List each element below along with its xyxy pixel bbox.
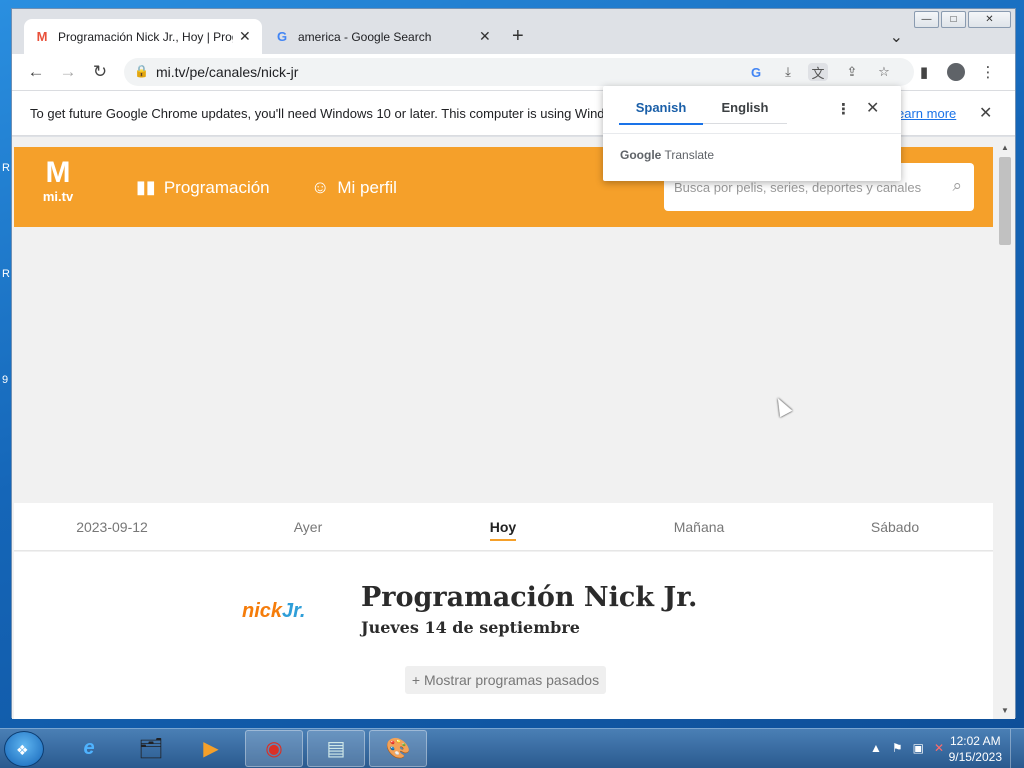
profile-face-icon: ☺	[311, 177, 330, 197]
taskbar-clock[interactable]: 12:02 AM 9/15/2023	[949, 733, 1002, 765]
active-underline	[490, 539, 516, 541]
lang-tab-spanish[interactable]: Spanish	[619, 100, 703, 125]
day-tabs: 2023-09-12 Ayer Hoy Mañana Sábado	[14, 503, 993, 551]
network-icon[interactable]: ▣	[913, 741, 924, 755]
infobar-message: To get future Google Chrome updates, you…	[30, 106, 605, 121]
desktop-edge-letter: R	[2, 268, 10, 280]
nick-jr-logo: nickJr.	[242, 600, 306, 622]
volume-muted-icon[interactable]: ✕	[934, 741, 944, 755]
logo-mark: M	[45, 156, 71, 189]
windows-logo-icon: ❖	[16, 742, 29, 758]
nav-mi-perfil[interactable]: ☺ Mi perfil	[311, 177, 397, 198]
show-hidden-icons-icon[interactable]: ▲	[870, 741, 882, 755]
day-tab-hoy[interactable]: Hoy	[443, 519, 563, 541]
lang-tab-divider	[703, 123, 787, 124]
browser-toolbar: ← → ↻ 🔒 mi.tv/pe/canales/nick-jr G ⤓ 文 ⇪…	[12, 54, 1015, 90]
popup-divider	[603, 133, 901, 134]
translate-icon[interactable]: 文	[808, 63, 828, 81]
desktop-edge-letter: 9	[2, 374, 9, 386]
show-desktop-button[interactable]	[1010, 729, 1024, 768]
scroll-up-arrow-icon[interactable]: ▲	[1001, 143, 1009, 152]
tab-mitv[interactable]: M Programación Nick Jr., Hoy | Prog ✕	[24, 19, 262, 54]
address-bar[interactable]: 🔒 mi.tv/pe/canales/nick-jr G ⤓ 文 ⇪ ☆	[124, 58, 914, 86]
search-icon[interactable]: ⌕	[952, 176, 962, 196]
day-tab-sabado[interactable]: Sábado	[835, 519, 955, 535]
start-button[interactable]: ❖	[4, 731, 44, 767]
page-scrollbar[interactable]: ▲ ▼	[995, 137, 1015, 719]
tab-title: Programación Nick Jr., Hoy | Prog	[58, 29, 233, 44]
desktop-edge-letter: R	[2, 162, 10, 174]
logo-text: mi.tv	[42, 189, 74, 204]
mitv-logo[interactable]: M mi.tv	[38, 156, 78, 205]
new-tab-button[interactable]: +	[512, 25, 524, 48]
tab-title: america - Google Search	[298, 29, 432, 44]
clock-time: 12:02 AM	[949, 734, 1001, 748]
side-panel-icon[interactable]: ▮	[912, 60, 936, 84]
system-tray: ▲ ⚑ ▣ ✕	[870, 741, 944, 755]
chrome-taskbar-icon[interactable]: ◉	[245, 730, 303, 767]
day-tab-2023-09-12[interactable]: 2023-09-12	[52, 519, 172, 535]
paint-taskbar-icon[interactable]: 🎨	[369, 730, 427, 767]
bookmark-star-icon[interactable]: ☆	[874, 63, 894, 81]
google-translate-brand: Google Translate	[620, 148, 715, 162]
book-open-icon: ▮▮	[136, 177, 156, 197]
tab-google-search[interactable]: G america - Google Search ✕	[264, 19, 502, 54]
tab-close-icon[interactable]: ✕	[239, 28, 251, 45]
lock-icon[interactable]: 🔒	[134, 64, 149, 78]
mitv-favicon-icon: M	[36, 29, 48, 44]
reload-button[interactable]: ↻	[88, 60, 112, 84]
install-app-icon[interactable]: ⤓	[778, 63, 798, 81]
day-tab-ayer[interactable]: Ayer	[248, 519, 368, 535]
media-player-icon[interactable]: ▶	[182, 730, 240, 767]
tab-search-chevron-icon[interactable]: ⌄	[890, 27, 903, 47]
page-title: Programación Nick Jr.	[361, 582, 698, 613]
back-button[interactable]: ←	[24, 60, 48, 84]
translate-options-icon[interactable]: ⋮	[836, 100, 851, 118]
profile-avatar[interactable]	[944, 60, 968, 84]
windows-taskbar: ❖ e 🗂 ▶ ◉ ▤ 🎨 ▲ ⚑ ▣ ✕ 12:02 AM 9/15/2023	[0, 728, 1024, 768]
google-lens-icon[interactable]: G	[746, 63, 766, 81]
channel-content: nickJr. Programación Nick Jr. Jueves 14 …	[14, 552, 993, 719]
action-center-flag-icon[interactable]: ⚑	[892, 741, 903, 755]
nav-label: Mi perfil	[337, 177, 397, 197]
nav-label: Programación	[163, 177, 270, 197]
show-past-programs-button[interactable]: + Mostrar programas pasados	[405, 666, 606, 694]
chrome-menu-icon[interactable]: ⋮	[976, 60, 1000, 84]
google-favicon-icon: G	[276, 29, 288, 44]
tab-strip: M Programación Nick Jr., Hoy | Prog ✕ G …	[12, 9, 1015, 54]
search-placeholder: Busca por pelis, series, deportes y cana…	[674, 180, 922, 195]
url-text[interactable]: mi.tv/pe/canales/nick-jr	[156, 64, 298, 80]
share-icon[interactable]: ⇪	[842, 63, 862, 81]
avatar-icon	[947, 63, 965, 81]
tab-close-icon[interactable]: ✕	[479, 28, 491, 45]
translate-popup: Spanish English ⋮ ✕ Google Translate	[603, 86, 901, 181]
infobar-close-icon[interactable]: ✕	[979, 103, 992, 123]
page-viewport: M mi.tv ▮▮ Programación ☺ Mi perfil Busc…	[12, 137, 995, 719]
internet-explorer-icon[interactable]: e	[60, 730, 118, 767]
file-explorer-icon[interactable]: 🗂	[122, 730, 180, 767]
nav-programacion[interactable]: ▮▮ Programación	[136, 177, 270, 198]
scroll-thumb[interactable]	[999, 157, 1011, 245]
forward-button[interactable]: →	[56, 60, 80, 84]
clock-date: 9/15/2023	[948, 750, 1002, 764]
lang-tab-english[interactable]: English	[703, 100, 787, 125]
day-tab-manana[interactable]: Mañana	[639, 519, 759, 535]
translate-close-icon[interactable]: ✕	[866, 98, 879, 118]
learn-more-link[interactable]: earn more	[897, 106, 956, 121]
schedule-date: Jueves 14 de septiembre	[361, 618, 580, 637]
notepad-taskbar-icon[interactable]: ▤	[307, 730, 365, 767]
scroll-down-arrow-icon[interactable]: ▼	[1001, 706, 1009, 715]
